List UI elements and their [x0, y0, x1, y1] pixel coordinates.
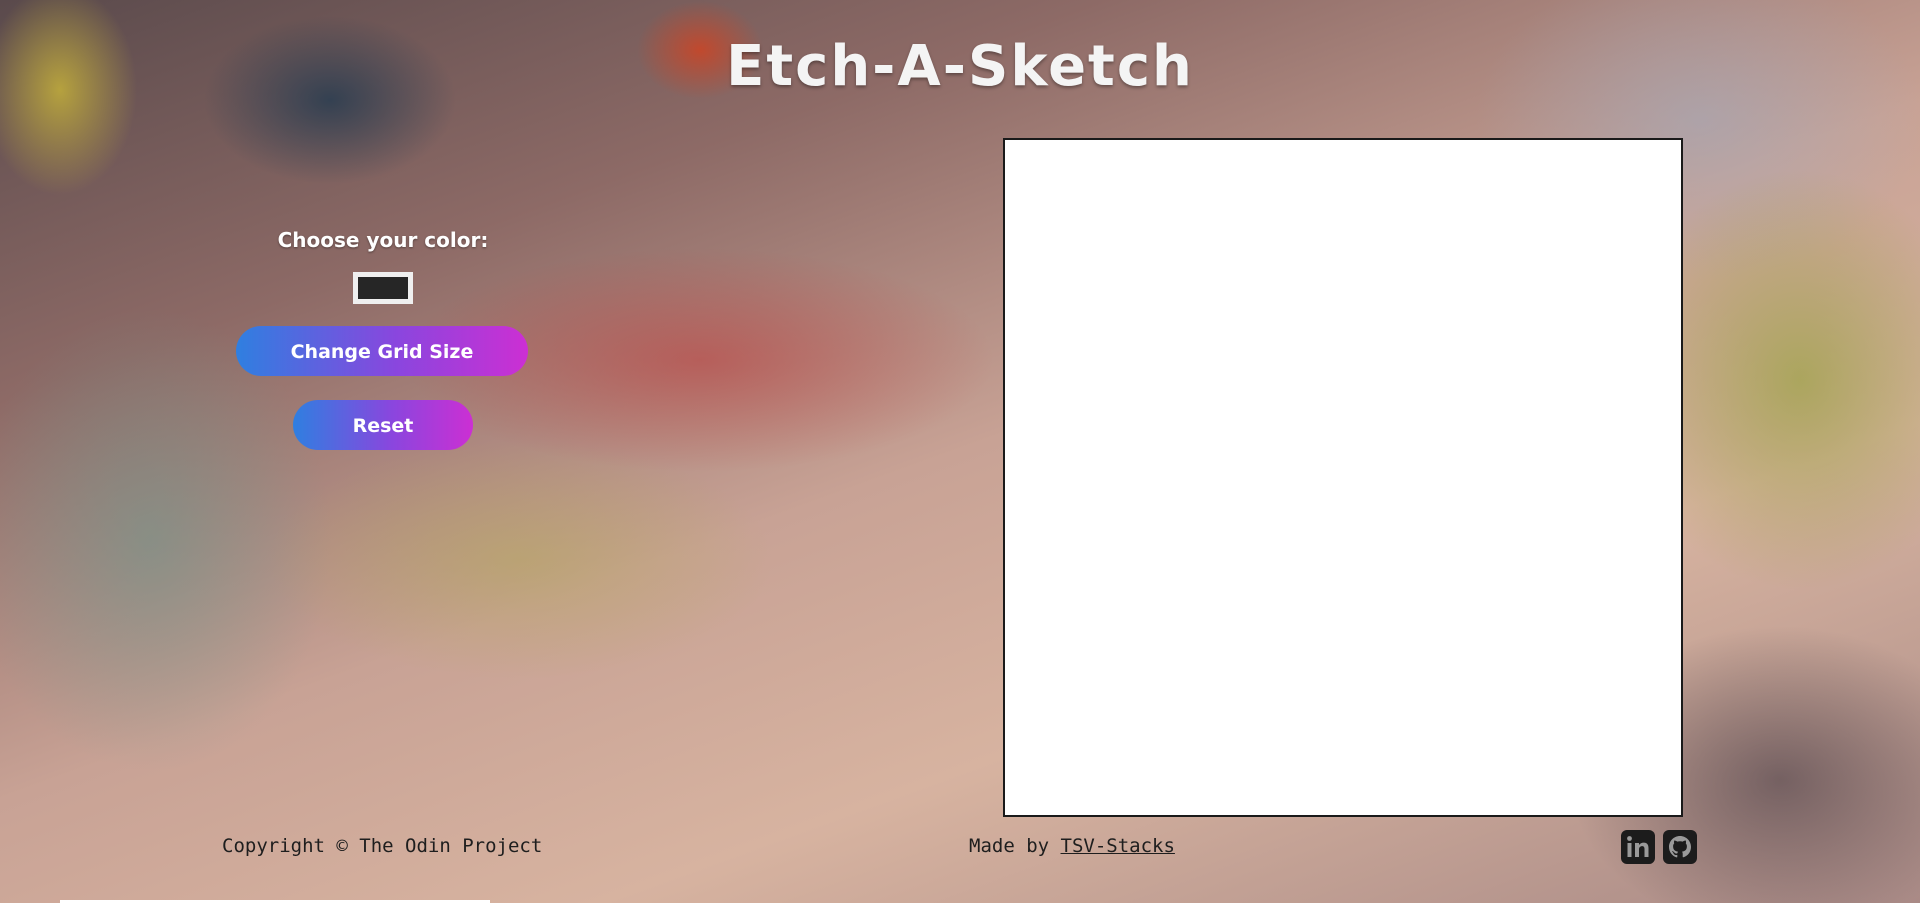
- linkedin-icon[interactable]: [1621, 830, 1655, 864]
- color-picker[interactable]: [353, 272, 413, 304]
- made-by-prefix: Made by: [969, 835, 1050, 857]
- controls-panel: Choose your color: Change Grid Size Rese…: [236, 228, 530, 450]
- copyright-text: Copyright © The Odin Project: [222, 835, 543, 857]
- sketch-grid[interactable]: [1003, 138, 1683, 817]
- github-icon[interactable]: [1663, 830, 1697, 864]
- social-links: [1621, 830, 1697, 864]
- page-title: Etch-A-Sketch: [726, 34, 1194, 99]
- color-label: Choose your color:: [277, 228, 489, 252]
- change-grid-size-button[interactable]: Change Grid Size: [236, 326, 528, 376]
- reset-button[interactable]: Reset: [293, 400, 473, 450]
- author-link[interactable]: TSV-Stacks: [1061, 835, 1175, 857]
- made-by-text: Made by TSV-Stacks: [969, 835, 1175, 857]
